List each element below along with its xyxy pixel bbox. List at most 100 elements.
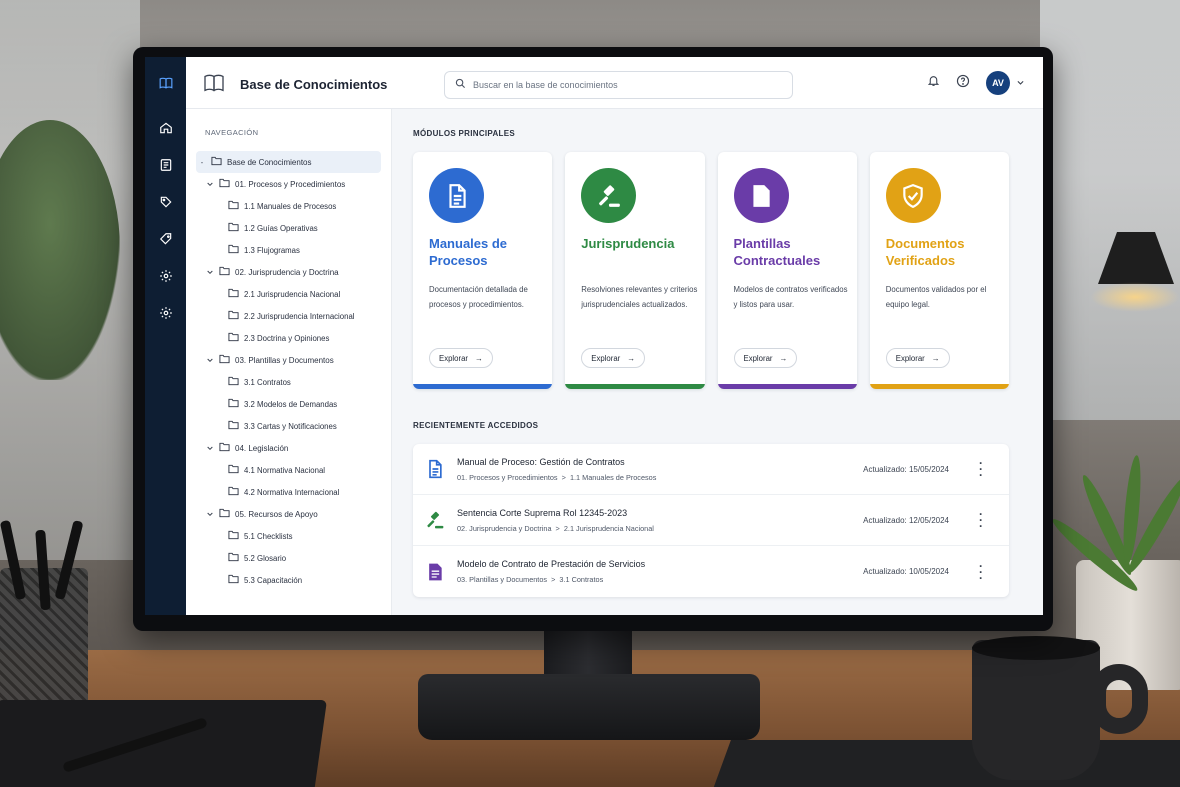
- module-card[interactable]: Jurisprudencia Resolviones relevantes y …: [565, 152, 705, 389]
- modules-heading: MÓDULOS PRINCIPALES: [413, 129, 516, 138]
- gavel-icon: [413, 510, 457, 530]
- tree-item[interactable]: 5.2 Glosario: [196, 547, 391, 569]
- tree-item[interactable]: 5.1 Checklists: [196, 525, 391, 547]
- explore-button[interactable]: Explorar →: [581, 348, 646, 368]
- module-title: Plantillas Contractuales: [733, 236, 821, 268]
- tree-item[interactable]: 1.1 Manuales de Procesos: [196, 195, 391, 217]
- recent-row[interactable]: Modelo de Contrato de Prestación de Serv…: [413, 546, 1009, 597]
- tree-group[interactable]: 04. Legislación: [196, 437, 391, 459]
- folder-icon: [228, 244, 239, 256]
- nav-heading: NAVEGACIÓN: [205, 128, 259, 137]
- folder-icon: [228, 376, 239, 388]
- home-icon[interactable]: [145, 109, 186, 146]
- tree-item-label: 3.1 Contratos: [244, 377, 291, 387]
- recent-row[interactable]: Sentencia Corte Suprema Rol 12345-2023 0…: [413, 495, 1009, 546]
- arrow-right-icon: →: [627, 353, 636, 363]
- tree-group-label: 01. Procesos y Procedimientos: [235, 179, 346, 189]
- tree-item[interactable]: 1.2 Guías Operativas: [196, 217, 391, 239]
- folder-icon: [211, 156, 222, 168]
- recent-heading: RECIENTEMENTE ACCEDIDOS: [413, 421, 539, 430]
- tree-group-label: 05. Recursos de Apoyo: [235, 509, 318, 519]
- more-options-icon[interactable]: · · ·: [979, 560, 983, 584]
- open-book-icon: [204, 74, 224, 97]
- more-options-icon[interactable]: · · ·: [979, 457, 983, 481]
- app-title: Base de Conocimientos: [240, 77, 388, 92]
- tree-group[interactable]: 03. Plantillas y Documentos: [196, 349, 391, 371]
- folder-icon: [219, 442, 230, 454]
- folder-icon: [228, 398, 239, 410]
- top-bar: Base de Conocimientos AV: [186, 57, 1043, 109]
- tag-icon[interactable]: [145, 183, 186, 220]
- navigation-tree: NAVEGACIÓN - Base de Conocimientos 01. P…: [186, 109, 392, 615]
- gear-icon[interactable]: [145, 294, 186, 331]
- explore-button[interactable]: Explorar →: [429, 348, 493, 368]
- tree-group-label: 04. Legislación: [235, 443, 289, 453]
- user-avatar[interactable]: AV: [986, 71, 1010, 95]
- breadcrumb: 03. Plantillas y Documentos > 3.1 Contra…: [457, 575, 604, 584]
- chevron-down-icon: [206, 180, 214, 188]
- tree-item[interactable]: 1.3 Flujogramas: [196, 239, 391, 261]
- tree-item[interactable]: 3.3 Cartas y Notificaciones: [196, 415, 391, 437]
- module-title: Manuales de Procesos: [429, 236, 508, 268]
- module-title: Documentos Verificados: [885, 236, 965, 268]
- folder-icon: [228, 464, 239, 476]
- tree-group[interactable]: 05. Recursos de Apoyo: [196, 503, 391, 525]
- search-box[interactable]: [444, 71, 793, 99]
- tree-item-label: 2.1 Jurisprudencia Nacional: [244, 289, 341, 299]
- search-input[interactable]: [473, 80, 773, 90]
- tree-group[interactable]: 02. Jurisprudencia y Doctrina: [196, 261, 391, 283]
- module-card[interactable]: Documentos Verificados Documentos validad…: [869, 152, 1009, 389]
- template-icon: [733, 168, 789, 223]
- document-icon[interactable]: [145, 146, 186, 183]
- tree-item-label: 4.1 Normativa Nacional: [244, 465, 326, 475]
- tree-item-label: 2.2 Jurisprudencia Internacional: [244, 311, 355, 321]
- tree-group[interactable]: 01. Procesos y Procedimientos: [196, 173, 391, 195]
- tree-item[interactable]: 3.1 Contratos: [196, 371, 391, 393]
- module-card[interactable]: Manuales de Procesos Documentación detall…: [413, 152, 553, 389]
- recent-list: Manual de Proceso: Gestión de Contratos …: [413, 444, 1009, 597]
- tree-item[interactable]: 4.2 Normativa Internacional: [196, 481, 391, 503]
- folder-icon: [219, 354, 230, 366]
- module-description: Documentos validados por el equipo legal…: [885, 285, 987, 309]
- help-icon[interactable]: [956, 74, 970, 93]
- arrow-right-icon: →: [475, 353, 483, 363]
- app-screen: Base de Conocimientos AV: [145, 57, 1043, 615]
- chevron-down-icon[interactable]: [1016, 74, 1025, 92]
- recent-title: Modelo de Contrato de Prestación de Serv…: [457, 559, 646, 569]
- bell-icon[interactable]: [927, 74, 940, 92]
- tree-item[interactable]: 5.3 Capacitación: [196, 569, 391, 591]
- settings-icon[interactable]: [145, 257, 186, 294]
- label-icon[interactable]: [145, 220, 186, 257]
- explore-button[interactable]: Explorar →: [885, 348, 950, 368]
- folder-icon: [228, 332, 239, 344]
- tree-item-label: 3.3 Cartas y Notificaciones: [244, 421, 337, 431]
- tree-item[interactable]: 4.1 Normativa Nacional: [196, 459, 391, 481]
- tree-item-label: 1.1 Manuales de Procesos: [244, 201, 337, 211]
- tree-item[interactable]: 2.3 Doctrina y Opiniones: [196, 327, 391, 349]
- tree-item[interactable]: 2.2 Jurisprudencia Internacional: [196, 305, 391, 327]
- collapse-icon: -: [200, 157, 204, 167]
- module-description: Modelos de contratos verificados y listo…: [733, 285, 848, 309]
- shield-check-icon: [885, 168, 941, 223]
- module-cards: Manuales de Procesos Documentación detall…: [413, 152, 1009, 389]
- module-color-bar: [413, 384, 553, 389]
- tree-item-label: 1.3 Flujogramas: [244, 245, 300, 255]
- monitor-base: [418, 674, 760, 740]
- tree-item[interactable]: 2.1 Jurisprudencia Nacional: [196, 283, 391, 305]
- chevron-down-icon: [206, 268, 214, 276]
- module-color-bar: [717, 384, 857, 389]
- tree-item-label: 5.1 Checklists: [244, 531, 293, 541]
- more-options-icon[interactable]: · · ·: [979, 508, 983, 532]
- folder-icon: [228, 552, 239, 564]
- tree-item[interactable]: 3.2 Modelos de Demandas: [196, 393, 391, 415]
- template-icon: [413, 562, 457, 582]
- folder-icon: [228, 420, 239, 432]
- tree-item-label: 4.2 Normativa Internacional: [244, 487, 340, 497]
- tree-root[interactable]: - Base de Conocimientos: [196, 151, 381, 173]
- breadcrumb: 01. Procesos y Procedimientos > 1.1 Manu…: [457, 472, 657, 482]
- book-logo-icon[interactable]: [145, 57, 186, 109]
- explore-button[interactable]: Explorar →: [733, 348, 798, 368]
- module-card[interactable]: Plantillas Contractuales Modelos de contr…: [717, 152, 857, 389]
- recent-row[interactable]: Manual de Proceso: Gestión de Contratos …: [413, 444, 1009, 495]
- folder-icon: [228, 200, 239, 212]
